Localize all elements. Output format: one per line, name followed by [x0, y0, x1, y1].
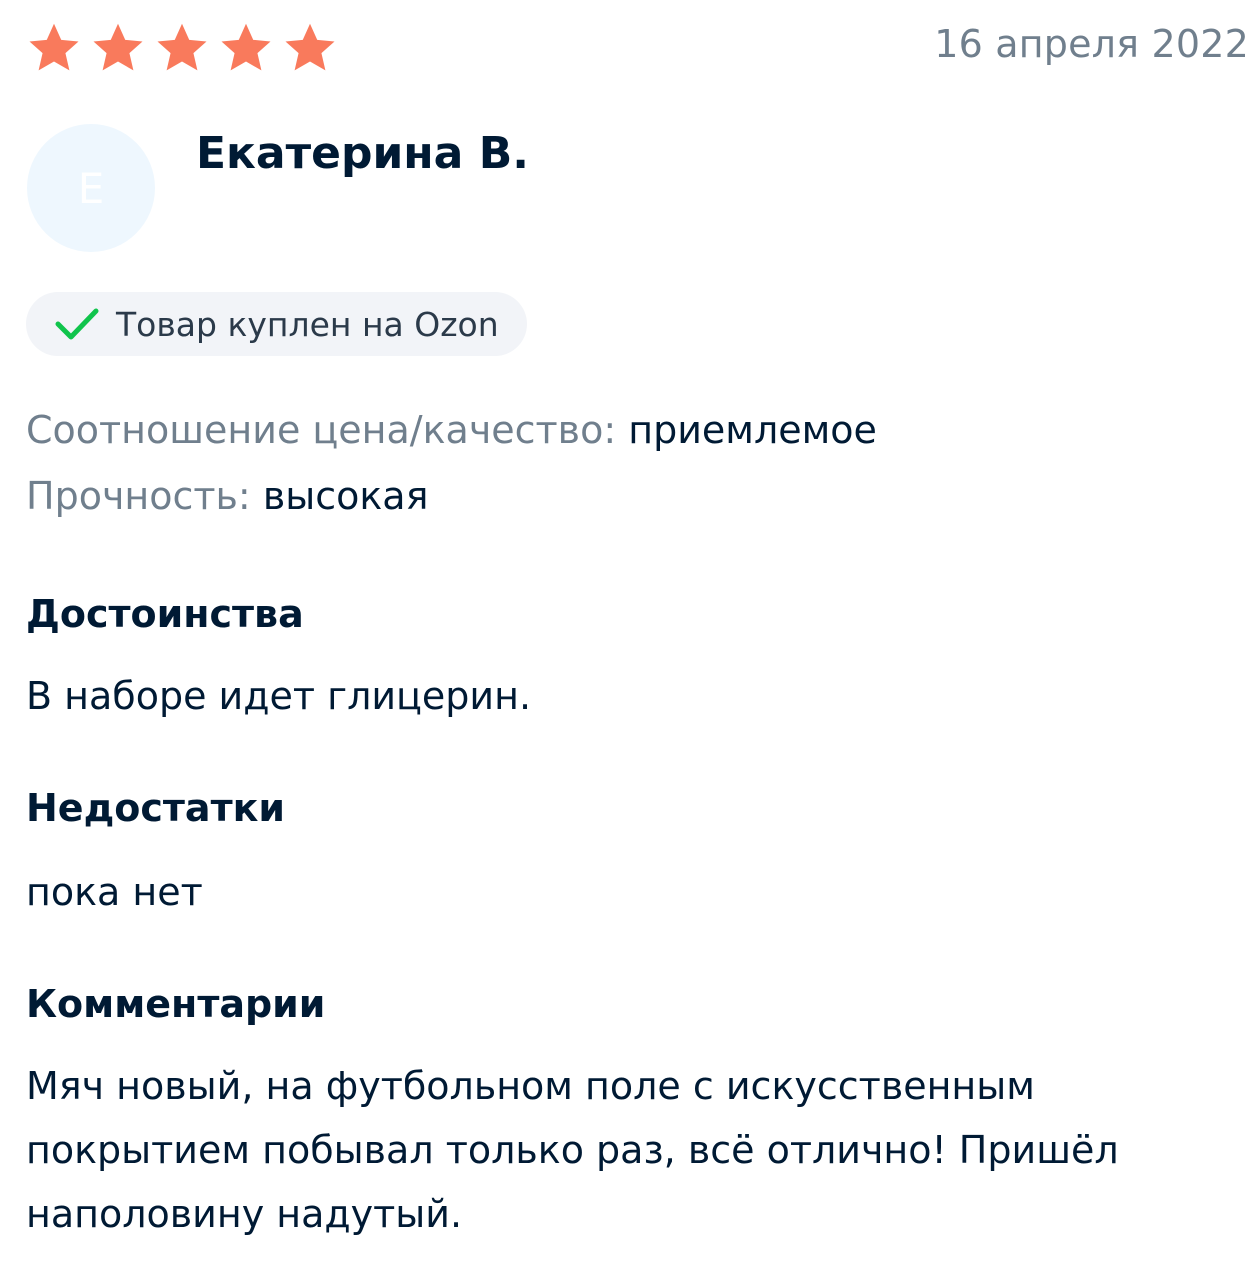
- attribute-value: высокая: [262, 474, 429, 518]
- attribute-price-quality: Соотношение цена/качество: приемлемое: [26, 408, 877, 452]
- attribute-value: приемлемое: [628, 408, 877, 452]
- star-icon: [221, 23, 271, 71]
- avatar[interactable]: Е: [27, 124, 155, 252]
- attribute-durability: Прочность: высокая: [26, 474, 428, 518]
- star-icon: [157, 23, 207, 71]
- cons-title: Недостатки: [26, 786, 286, 830]
- purchase-badge: Товар куплен на Ozon: [26, 292, 527, 356]
- pros-title: Достоинства: [26, 592, 304, 636]
- star-icon: [29, 23, 79, 71]
- star-icon: [285, 23, 335, 71]
- purchase-badge-label: Товар куплен на Ozon: [116, 304, 499, 344]
- attribute-label: Соотношение цена/качество:: [26, 408, 617, 452]
- check-icon: [55, 308, 99, 340]
- pros-text: В наборе идет глицерин.: [26, 674, 532, 718]
- rating-stars: [26, 20, 338, 76]
- star-icon: [93, 23, 143, 71]
- comment-title: Комментарии: [26, 982, 326, 1026]
- comment-text: Мяч новый, на футбольном поле с искусств…: [26, 1064, 1119, 1236]
- avatar-initial: Е: [77, 163, 105, 213]
- attribute-label: Прочность:: [26, 474, 251, 518]
- cons-text: пока нет: [26, 870, 203, 914]
- author-name[interactable]: Екатерина В.: [196, 128, 529, 179]
- review-date: 16 апреля 2022: [934, 22, 1249, 66]
- review-card: 16 апреля 2022 Е Екатерина В. Товар купл…: [0, 0, 1253, 1280]
